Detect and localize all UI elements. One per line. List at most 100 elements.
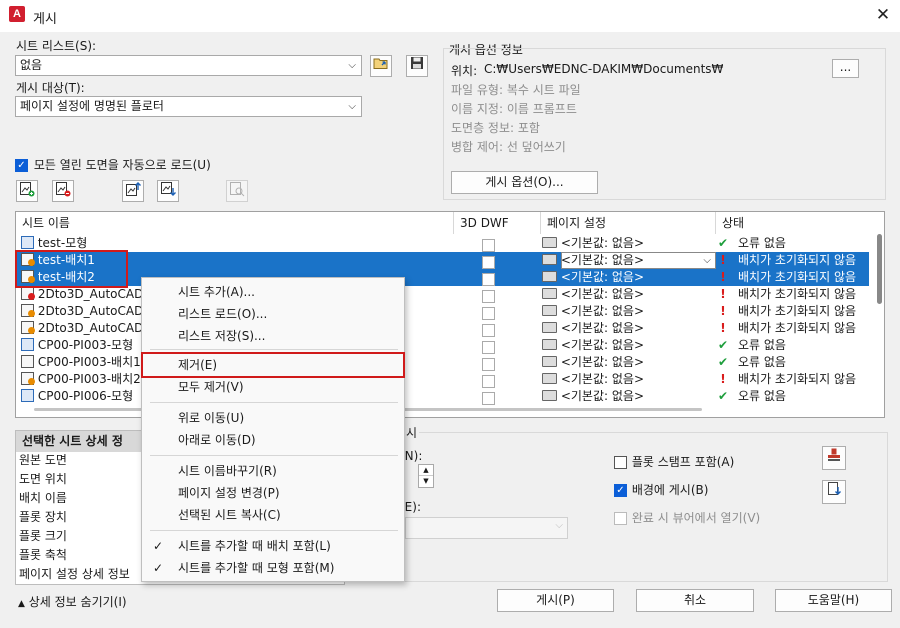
sheet-name: 2Dto3D_AutoCAD- <box>37 321 148 335</box>
page-setup-value: <기본값: 없음> <box>560 287 644 301</box>
page-setup-cell[interactable]: <기본값: 없음> <box>542 388 644 405</box>
status-icon-cell: ! <box>716 269 730 286</box>
menu-item-move-up[interactable]: 위로 이동(U) <box>142 407 404 429</box>
page-setup-cell[interactable]: <기본값: 없음> <box>542 303 644 320</box>
menu-item-label: 시트 이름바꾸기(R) <box>178 464 277 478</box>
page-setup-cell[interactable]: <기본값: 없음> <box>542 235 644 252</box>
remove-sheet-icon <box>56 182 71 197</box>
layer-info: 도면층 정보: 포함 <box>451 121 540 135</box>
page-setup-value: <기본값: 없음> <box>560 321 644 335</box>
page-setup-cell[interactable]: <기본값: 없음> <box>542 371 644 388</box>
column-header-sheet-name[interactable]: 시트 이름 <box>16 212 454 234</box>
column-header-page-setup[interactable]: 페이지 설정 <box>541 212 716 234</box>
preview-button[interactable] <box>226 180 248 202</box>
vertical-scrollbar[interactable] <box>877 234 882 304</box>
remove-sheets-button[interactable] <box>52 180 74 202</box>
background-settings-button[interactable] <box>822 480 846 504</box>
menu-item-label: 시트 추가(A)... <box>178 285 255 299</box>
save-icon <box>411 57 423 69</box>
menu-item-remove-all[interactable]: 모두 제거(V) <box>142 376 404 398</box>
sheet-list-dropdown[interactable]: 없음 ⌵ <box>15 55 362 76</box>
menu-item-copy-selected[interactable]: 선택된 시트 복사(C) <box>142 504 404 526</box>
layout-sheet-icon <box>21 321 35 334</box>
open-viewer-checkbox[interactable]: 완료 시 뷰어에서 열기(V) <box>614 509 760 526</box>
sheet-name: test-모형 <box>37 236 88 250</box>
model-sheet-icon <box>21 236 34 249</box>
detail-plot-device: 플롯 장치 <box>19 510 67 524</box>
publish-button[interactable]: 게시(P) <box>497 589 614 612</box>
status-error-icon: ! <box>720 253 726 267</box>
menu-item-label: 모두 제거(V) <box>178 380 244 394</box>
layout-sheet-icon <box>21 304 35 317</box>
title-bar: A 게시 ✕ <box>0 0 900 32</box>
menu-item-label: 시트를 추가할 때 배치 포함(L) <box>178 539 331 553</box>
status-ok-icon: ✔ <box>717 389 729 403</box>
output-group-title: 시 <box>404 424 420 441</box>
precision-dropdown[interactable]: ⌵ <box>405 517 568 539</box>
selected-sheets-highlight <box>15 250 128 288</box>
merge-control-info: 병합 제어: 선 덮어쓰기 <box>451 140 566 154</box>
checkbox-checked-icon: ✓ <box>15 159 28 172</box>
save-sheet-list-button[interactable] <box>406 55 428 77</box>
page-setup-cell[interactable]: <기본값: 없음> <box>542 354 644 371</box>
copies-stepper[interactable]: ▲ ▼ <box>418 464 434 488</box>
menu-item-save-list[interactable]: 리스트 저장(S)... <box>142 325 404 347</box>
sheet-name: 2Dto3D_AutoCAD- <box>37 287 148 301</box>
page-setup-cell[interactable]: <기본값: 없음> <box>542 269 644 286</box>
hide-details-link[interactable]: ▲ 상세 정보 숨기기(I) <box>18 593 127 610</box>
model-sheet-icon <box>21 338 34 351</box>
column-header-3d-dwf[interactable]: 3D DWF <box>454 212 541 234</box>
load-sheet-list-button[interactable] <box>370 55 392 77</box>
sheet-name-cell: 2Dto3D_AutoCAD- <box>21 303 148 320</box>
status-ok-icon: ✔ <box>717 355 729 369</box>
page-setup-value: <기본값: 없음> <box>560 389 644 403</box>
table-row[interactable]: test-배치1 <기본값: 없음>! 배치가 초기화되지 않음 <box>16 252 869 269</box>
menu-item-change-page-setup[interactable]: 페이지 설정 변경(P) <box>142 482 404 504</box>
auto-load-checkbox[interactable]: ✓ 모든 열린 도면을 자동으로 로드(U) <box>15 156 211 173</box>
status-text: 배치가 초기화되지 않음 <box>738 321 857 335</box>
page-setup-value: <기본값: 없음> <box>560 304 644 318</box>
help-button[interactable]: 도움말(H) <box>775 589 892 612</box>
status-icon-cell: ! <box>716 286 730 303</box>
page-setup-cell[interactable]: <기본값: 없음> <box>542 286 644 303</box>
page-setup-value: <기본값: 없음> <box>560 270 644 284</box>
add-sheets-button[interactable] <box>16 180 38 202</box>
auto-load-label: 모든 열린 도면을 자동으로 로드(U) <box>33 158 211 172</box>
menu-item-include-layouts[interactable]: ✓ 시트를 추가할 때 배치 포함(L) <box>142 535 404 557</box>
page-setup-cell[interactable]: <기본값: 없음> <box>542 337 644 354</box>
publish-background-checkbox[interactable]: ✓ 배경에 게시(B) <box>614 481 708 498</box>
layout-sheet-icon <box>21 287 35 300</box>
publish-options-button[interactable]: 게시 옵션(O)... <box>451 171 598 194</box>
stamp-icon <box>828 448 840 461</box>
plotter-icon <box>542 288 557 299</box>
menu-item-label: 선택된 시트 복사(C) <box>178 508 281 522</box>
plotter-icon <box>542 373 557 384</box>
sheet-name: 2Dto3D_AutoCAD- <box>37 304 148 318</box>
plot-stamp-settings-button[interactable] <box>822 446 846 470</box>
close-icon[interactable]: ✕ <box>872 4 894 26</box>
plotter-icon <box>542 322 557 333</box>
page-setup-cell[interactable]: <기본값: 없음> <box>542 252 644 269</box>
table-row[interactable]: test-모형 <기본값: 없음> ✔ 오류 없음 <box>16 235 869 252</box>
menu-item-add-sheets[interactable]: 시트 추가(A)... <box>142 281 404 303</box>
add-sheet-icon <box>20 182 35 197</box>
plot-stamp-checkbox[interactable]: 플롯 스탬프 포함(A) <box>614 453 734 470</box>
3d-dwf-checkbox[interactable] <box>482 390 495 407</box>
menu-item-load-list[interactable]: 리스트 로드(O)... <box>142 303 404 325</box>
menu-item-rename-sheet[interactable]: 시트 이름바꾸기(R) <box>142 460 404 482</box>
menu-item-label: 위로 이동(U) <box>178 411 245 425</box>
status-error-icon: ! <box>720 270 726 284</box>
plotter-icon <box>542 271 557 282</box>
cancel-button[interactable]: 취소 <box>636 589 754 612</box>
page-setup-cell[interactable]: <기본값: 없음> <box>542 320 644 337</box>
menu-item-label: 리스트 로드(O)... <box>178 307 268 321</box>
menu-item-include-model[interactable]: ✓ 시트를 추가할 때 모형 포함(M) <box>142 557 404 579</box>
menu-item-move-down[interactable]: 아래로 이동(D) <box>142 429 404 451</box>
detail-plot-size: 플롯 크기 <box>19 529 67 543</box>
move-sheet-down-button[interactable] <box>157 180 179 202</box>
move-sheet-up-button[interactable] <box>122 180 144 202</box>
publish-to-dropdown[interactable]: 페이지 설정에 명명된 플로터 ⌵ <box>15 96 362 117</box>
column-header-status[interactable]: 상태 <box>716 212 869 234</box>
checkbox-unchecked-icon <box>614 512 627 525</box>
location-browse-button[interactable]: ... <box>832 59 859 78</box>
